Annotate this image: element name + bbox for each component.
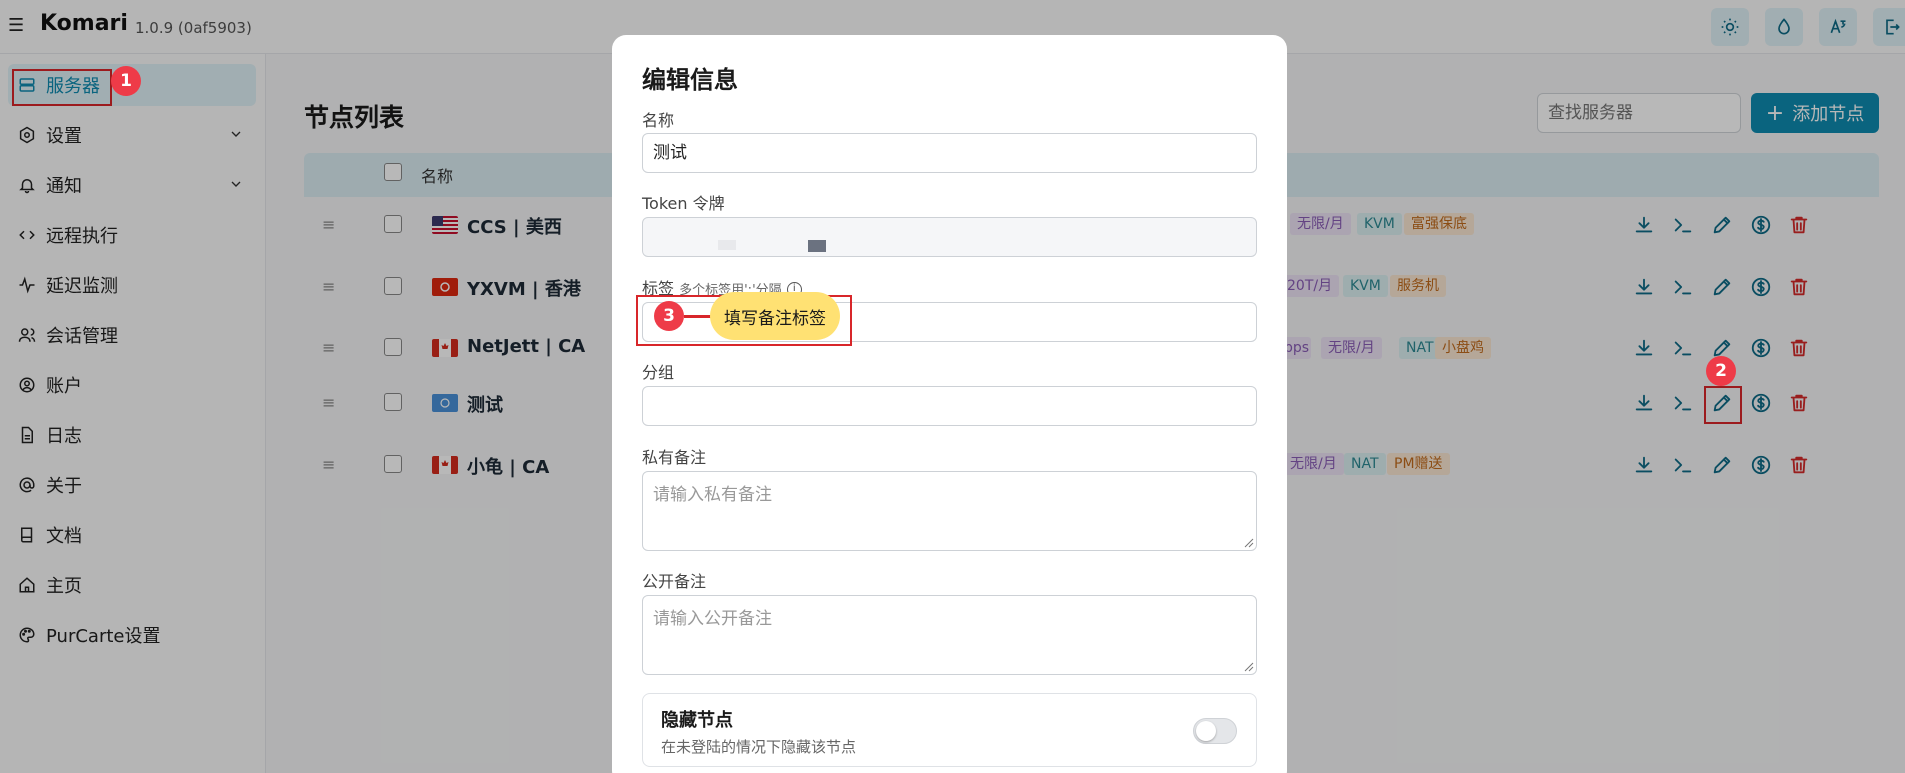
private-note-label: 私有备注 <box>642 448 707 467</box>
hide-node-desc: 在未登陆的情况下隐藏该节点 <box>661 738 857 756</box>
step-badge-3: 3 <box>654 301 684 331</box>
hide-node-card: 隐藏节点 在未登陆的情况下隐藏该节点 <box>642 693 1257 767</box>
dialog-title: 编辑信息 <box>642 66 738 94</box>
edit-dialog: 编辑信息 名称 测试 Token 令牌 标签 多个标签用';'分隔 i 分组 私… <box>612 35 1287 773</box>
public-note-textarea[interactable]: 请输入公开备注 <box>642 595 1257 675</box>
step-badge-2: 2 <box>1706 356 1736 386</box>
token-mask <box>718 240 736 250</box>
callout-fill-tags: 填写备注标签 <box>710 292 840 340</box>
token-label: Token 令牌 <box>642 194 725 213</box>
toggle-knob <box>1196 721 1216 741</box>
hide-node-title: 隐藏节点 <box>661 710 733 731</box>
group-label: 分组 <box>642 363 675 382</box>
name-input[interactable]: 测试 <box>642 133 1257 173</box>
resize-handle-icon[interactable] <box>1244 662 1254 672</box>
group-input[interactable] <box>642 386 1257 426</box>
public-note-placeholder: 请输入公开备注 <box>653 609 772 629</box>
hide-node-toggle[interactable] <box>1193 718 1237 744</box>
public-note-label: 公开备注 <box>642 572 707 591</box>
token-input[interactable] <box>642 217 1257 257</box>
step-badge-1: 1 <box>111 66 141 96</box>
name-label: 名称 <box>642 111 675 130</box>
token-mask <box>808 240 826 252</box>
private-note-placeholder: 请输入私有备注 <box>653 485 772 505</box>
private-note-textarea[interactable]: 请输入私有备注 <box>642 471 1257 551</box>
resize-handle-icon[interactable] <box>1244 538 1254 548</box>
